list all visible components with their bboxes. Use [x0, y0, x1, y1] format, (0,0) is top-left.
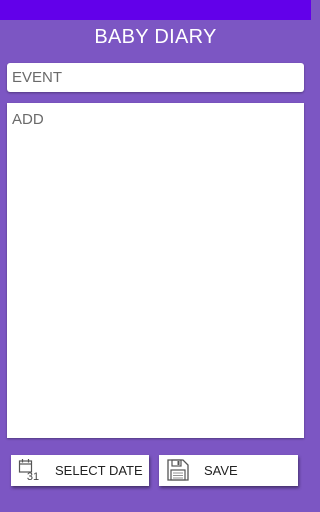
calendar-icon: 31: [18, 459, 39, 482]
calendar-icon-text: 31: [27, 471, 39, 482]
add-textarea[interactable]: ADD: [7, 103, 304, 438]
save-button[interactable]: SAVE: [159, 455, 298, 486]
app-title: BABY DIARY: [94, 26, 217, 48]
save-label: SAVE: [204, 463, 238, 478]
select-date-button[interactable]: 31 SELECT DATE: [11, 455, 149, 486]
status-bar: [0, 0, 311, 20]
event-input[interactable]: EVENT: [7, 63, 304, 92]
select-date-label: SELECT DATE: [55, 463, 143, 478]
floppy-disk-icon: [167, 459, 189, 481]
